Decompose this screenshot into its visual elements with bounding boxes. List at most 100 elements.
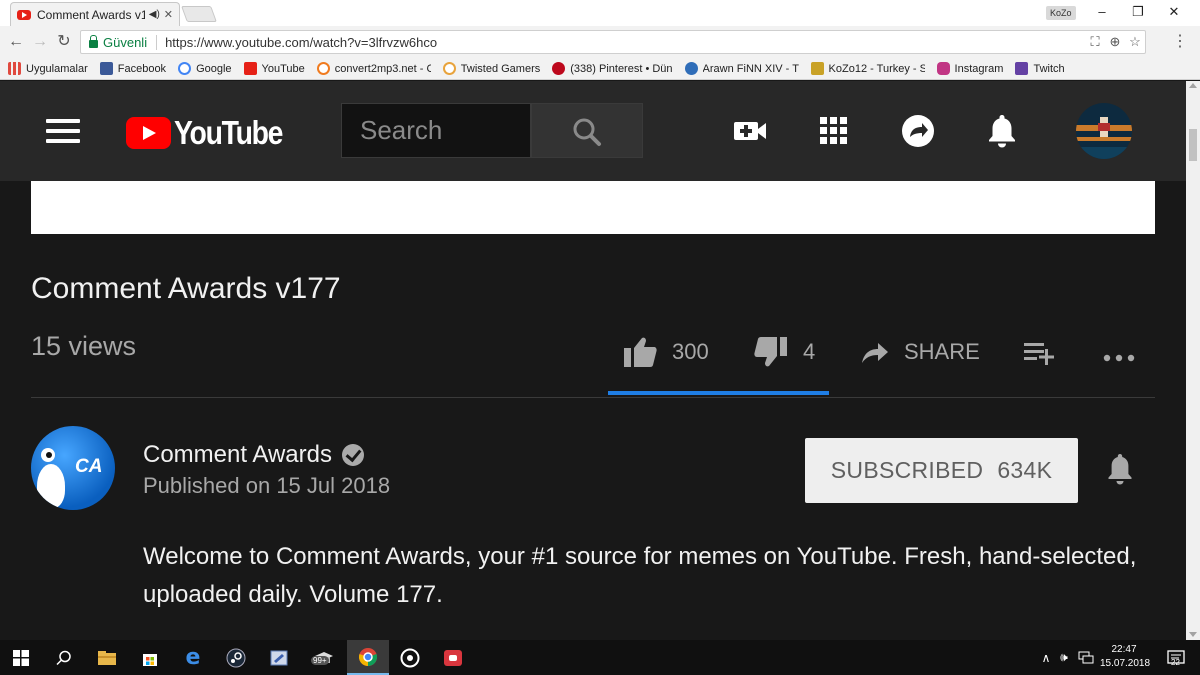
bookmarks-bar: Uygulamalar Facebook Google YouTube conv… xyxy=(0,58,1200,80)
video-description: Welcome to Comment Awards, your #1 sourc… xyxy=(143,543,1137,608)
youtube-logo[interactable]: YouTube xyxy=(126,114,300,152)
store-icon[interactable] xyxy=(129,640,171,675)
taskbar-search-icon[interactable] xyxy=(43,640,85,675)
convert2mp3-icon xyxy=(316,62,330,75)
minimize-icon[interactable]: – xyxy=(1092,3,1112,21)
search-icon xyxy=(573,118,601,146)
tab-close-icon[interactable]: ✕ xyxy=(164,8,173,21)
twitch-icon xyxy=(1015,62,1029,75)
forward-arrow-icon[interactable]: → xyxy=(30,32,50,52)
bookmark-pinterest[interactable]: (338) Pinterest • Dün xyxy=(552,58,673,80)
translate-icon[interactable]: ⛶ xyxy=(1085,34,1105,50)
bookmark-twitch[interactable]: Twitch xyxy=(1015,58,1065,80)
share-button[interactable]: SHARE xyxy=(860,330,980,374)
game-launcher-icon[interactable]: 99+ xyxy=(301,640,347,675)
zoom-icon[interactable]: ⊕ xyxy=(1105,34,1125,50)
bookmark-google[interactable]: Google xyxy=(178,58,232,80)
profile-badge[interactable]: KoZo xyxy=(1046,6,1076,20)
url-text[interactable]: https://www.youtube.com/watch?v=3lfrvzw6… xyxy=(165,35,1085,50)
bookmark-youtube[interactable]: YouTube xyxy=(243,58,305,80)
audio-playing-icon[interactable]: ◀) xyxy=(149,9,160,20)
scroll-up-arrow-icon[interactable] xyxy=(1189,83,1197,88)
bookmark-twisted-gamers[interactable]: Twisted Gamers xyxy=(442,58,540,80)
share-messages-icon[interactable] xyxy=(896,109,940,153)
bookmark-apps[interactable]: Uygulamalar xyxy=(8,58,88,80)
dislike-button[interactable]: 4 xyxy=(753,330,815,374)
volume-icon[interactable]: 🕪 xyxy=(1054,640,1074,675)
view-count: 15 views xyxy=(31,331,137,361)
bookmark-star-icon[interactable]: ☆ xyxy=(1125,34,1145,50)
network-icon[interactable] xyxy=(1076,640,1096,675)
windows-start-icon[interactable] xyxy=(0,640,42,675)
share-arrow-icon xyxy=(862,343,888,363)
pinterest-icon xyxy=(552,62,566,75)
more-dots-icon xyxy=(1103,354,1135,362)
video-title: Comment Awards v177 xyxy=(31,272,341,305)
youtube-play-icon xyxy=(126,117,171,149)
bookmark-convert2mp3[interactable]: convert2mp3.net - C xyxy=(316,58,431,80)
browser-titlebar: Comment Awards v177 ◀) ✕ KoZo – ❐ ✕ xyxy=(0,0,1200,26)
steam-icon[interactable] xyxy=(215,640,257,675)
clock-date: 15.07.2018 xyxy=(1100,658,1151,669)
channel-name[interactable]: Comment Awards xyxy=(143,441,364,469)
channel-notification-bell-icon[interactable] xyxy=(1102,450,1138,490)
bookmark-arawn[interactable]: Arawn FiNN XIV - Tu xyxy=(684,58,799,80)
tab-title: Comment Awards v177 xyxy=(37,7,145,22)
clock-time: 22:47 xyxy=(1111,644,1137,655)
browser-menu-icon[interactable]: ⋮ xyxy=(1172,32,1188,52)
like-button[interactable]: 300 xyxy=(622,330,709,374)
chrome-taskbar-icon[interactable] xyxy=(347,640,389,675)
subscribe-label: SUBSCRIBED xyxy=(830,457,984,483)
youtube-icon xyxy=(243,62,257,75)
notifications-bell-icon[interactable] xyxy=(980,109,1024,153)
back-arrow-icon[interactable]: ← xyxy=(6,32,26,52)
reload-icon[interactable]: ↻ xyxy=(54,32,74,52)
bookmark-kozo12[interactable]: KoZo12 - Turkey - S xyxy=(810,58,925,80)
action-center-icon[interactable]: 22 xyxy=(1156,640,1196,675)
like-dislike-sentiment-bar xyxy=(608,391,829,395)
notification-count: 22 xyxy=(1171,658,1180,667)
bookmark-facebook[interactable]: Facebook xyxy=(99,58,166,80)
maximize-icon[interactable]: ❐ xyxy=(1128,3,1148,21)
bookmark-instagram[interactable]: Instagram xyxy=(936,58,1003,80)
file-explorer-icon[interactable] xyxy=(86,640,128,675)
channel-avatar[interactable]: CA xyxy=(31,426,115,510)
edge-browser-icon[interactable]: e xyxy=(172,640,214,675)
omnibox[interactable]: Güvenli https://www.youtube.com/watch?v=… xyxy=(80,30,1146,54)
paint-icon[interactable] xyxy=(258,640,300,675)
youtube-wordmark: YouTube xyxy=(174,114,283,151)
create-video-icon[interactable] xyxy=(728,109,772,153)
thumbs-up-icon xyxy=(624,337,657,367)
scroll-thumb[interactable] xyxy=(1189,129,1197,161)
media-player-icon[interactable] xyxy=(389,640,431,675)
address-bar-row: ← → ↻ Güvenli https://www.youtube.com/wa… xyxy=(0,26,1200,58)
apps-grid-icon xyxy=(8,62,21,75)
subscribe-button[interactable]: SUBSCRIBED 634K xyxy=(805,438,1078,503)
video-player-bottom[interactable] xyxy=(31,181,1155,234)
tray-chevron-up-icon[interactable]: ∧ xyxy=(1036,640,1056,675)
new-tab-button[interactable] xyxy=(181,6,217,22)
channel-name-text: Comment Awards xyxy=(143,441,332,468)
hamburger-menu-icon[interactable] xyxy=(46,119,80,143)
page-scrollbar[interactable] xyxy=(1186,81,1200,640)
kozo-crown-icon xyxy=(810,62,824,75)
scroll-down-arrow-icon[interactable] xyxy=(1189,632,1197,637)
windows-taskbar: e 99+ ∧ 🕪 22:47 15.07.2018 22 xyxy=(0,640,1200,675)
like-count: 300 xyxy=(672,339,709,364)
save-to-playlist-button[interactable] xyxy=(1022,330,1056,374)
subscriber-count: 634K xyxy=(997,457,1053,483)
youtube-masthead: YouTube Search xyxy=(0,81,1186,181)
arawn-icon xyxy=(684,62,698,75)
verified-check-icon xyxy=(341,444,364,466)
taskbar-clock[interactable]: 22:47 15.07.2018 xyxy=(1100,643,1151,671)
google-icon xyxy=(178,62,192,75)
search-button[interactable] xyxy=(531,103,643,158)
browser-tab[interactable]: Comment Awards v177 ◀) ✕ xyxy=(10,2,180,26)
red-app-icon[interactable] xyxy=(432,640,474,675)
more-actions-button[interactable] xyxy=(1102,330,1138,374)
apps-grid-icon[interactable] xyxy=(812,109,856,153)
close-window-icon[interactable]: ✕ xyxy=(1164,3,1184,21)
avatar-penguin-shape xyxy=(37,464,65,508)
search-input[interactable]: Search xyxy=(341,103,531,158)
user-avatar[interactable] xyxy=(1076,103,1132,159)
